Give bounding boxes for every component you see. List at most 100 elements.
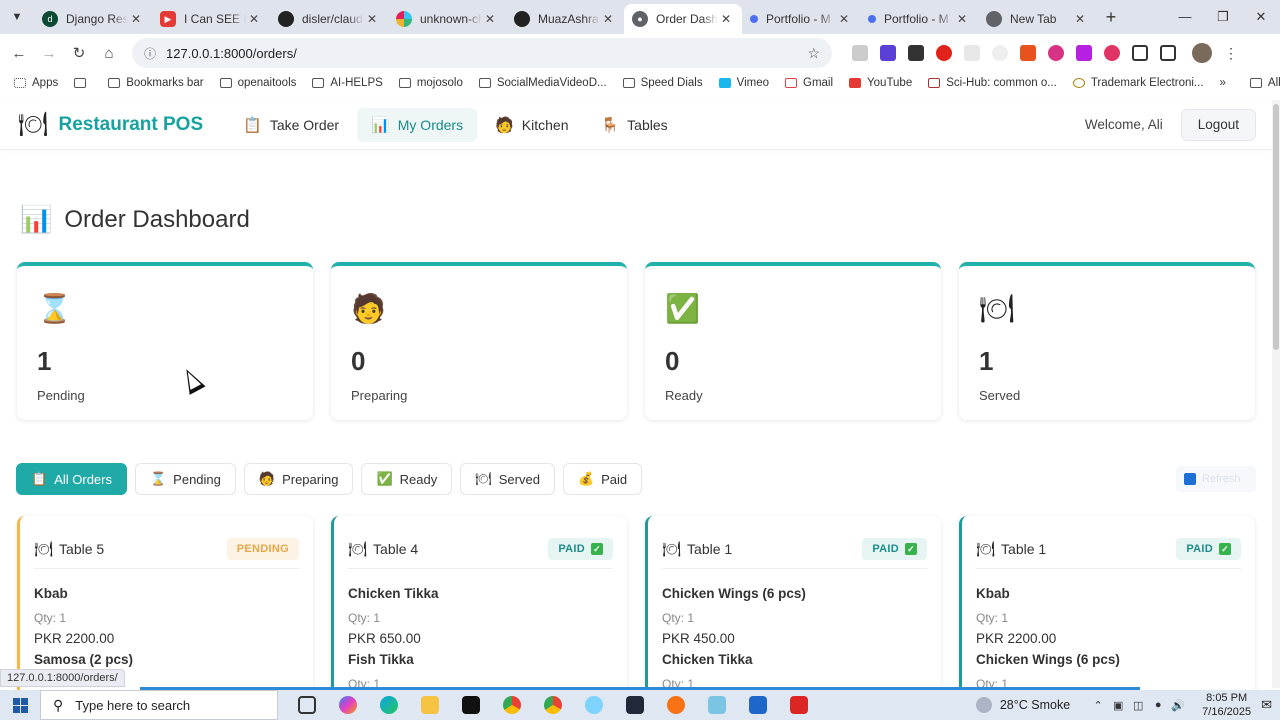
window-icon[interactable]: ▣ bbox=[1108, 699, 1128, 712]
logout-button[interactable]: Logout bbox=[1180, 108, 1256, 141]
epic-games-icon[interactable] bbox=[450, 690, 491, 720]
browser-tab[interactable]: disler/claude ✕ bbox=[270, 4, 388, 34]
app-icon[interactable] bbox=[655, 690, 696, 720]
extension-icon[interactable] bbox=[880, 45, 896, 61]
home-icon[interactable]: ⌂ bbox=[94, 45, 124, 62]
filter-all-orders-button[interactable]: 📋 All Orders bbox=[16, 463, 127, 495]
network-icon[interactable]: ◫ bbox=[1128, 699, 1148, 712]
image-icon[interactable] bbox=[1132, 45, 1148, 61]
filter-paid-button[interactable]: 💰 Paid bbox=[562, 463, 643, 495]
microphone-icon[interactable]: ● bbox=[1148, 699, 1168, 712]
eyedropper-icon[interactable] bbox=[908, 45, 924, 61]
brand[interactable]: 🍽 Restaurant POS bbox=[18, 110, 203, 139]
edge-icon[interactable] bbox=[368, 690, 409, 720]
order-card[interactable]: 🍽 Table 1 PAID ✓ Kbab Qty: 1 PKR 2200.00 … bbox=[959, 516, 1255, 696]
site-info-icon[interactable]: ⓘ bbox=[144, 45, 156, 62]
bookmark-folder[interactable]: openaitools bbox=[219, 77, 296, 89]
close-tab-icon[interactable]: ✕ bbox=[718, 12, 734, 26]
task-view-icon[interactable] bbox=[286, 690, 327, 720]
chrome-icon[interactable] bbox=[532, 690, 573, 720]
bookmark-grid[interactable] bbox=[74, 78, 92, 88]
extension-icon[interactable] bbox=[852, 45, 868, 61]
minimize-icon[interactable]: — bbox=[1166, 9, 1204, 25]
extension-icon[interactable] bbox=[992, 45, 1008, 61]
new-tab-plus-icon[interactable]: + bbox=[1096, 7, 1126, 28]
bookmark-folder[interactable]: SocialMediaVideoD... bbox=[478, 77, 607, 89]
order-card[interactable]: 🍽 Table 1 PAID ✓ Chicken Wings (6 pcs) Qt… bbox=[645, 516, 941, 696]
nav-kitchen[interactable]: 🧑 Kitchen bbox=[481, 108, 582, 142]
nav-take-order[interactable]: 📋 Take Order bbox=[229, 108, 353, 142]
filter-served-button[interactable]: 🍽 Served bbox=[460, 463, 555, 495]
app-icon[interactable] bbox=[778, 690, 819, 720]
cursor-app-icon[interactable] bbox=[614, 690, 655, 720]
filter-pending-button[interactable]: ⌛ Pending bbox=[134, 463, 236, 495]
app-icon[interactable] bbox=[696, 690, 737, 720]
nav-tables[interactable]: 🪑 Tables bbox=[586, 108, 681, 142]
back-arrow-icon[interactable]: ← bbox=[4, 45, 34, 62]
restore-icon[interactable]: ❐ bbox=[1204, 9, 1242, 25]
page-scrollbar[interactable] bbox=[1272, 100, 1280, 688]
forward-arrow-icon[interactable]: → bbox=[34, 45, 64, 62]
tab-search-chevron-icon[interactable]: ▼ bbox=[0, 0, 34, 34]
bookmark-scihub[interactable]: Sci-Hub: common o... bbox=[928, 77, 1057, 89]
taskbar-search-input[interactable]: ⚲ Type here to search bbox=[40, 690, 278, 720]
order-card[interactable]: 🍽 Table 4 PAID ✓ Chicken Tikka Qty: 1 PKR… bbox=[331, 516, 627, 696]
opera-icon[interactable] bbox=[936, 45, 952, 61]
chevron-up-icon[interactable]: ⌃ bbox=[1088, 699, 1108, 712]
windows-start-icon[interactable] bbox=[0, 697, 40, 713]
weather-widget[interactable]: 28°C Smoke bbox=[975, 697, 1070, 713]
browser-tab[interactable]: Portfolio - M ✕ bbox=[742, 4, 860, 34]
profile-avatar[interactable] bbox=[1192, 43, 1212, 63]
browser-tab[interactable]: Portfolio - M ✕ bbox=[860, 4, 978, 34]
notification-icon[interactable]: ✉ bbox=[1261, 697, 1272, 713]
browser-tab[interactable]: unknown-cha ✕ bbox=[388, 4, 506, 34]
file-explorer-icon[interactable] bbox=[409, 690, 450, 720]
filter-ready-button[interactable]: ✅ Ready bbox=[361, 463, 453, 495]
bookmark-folder[interactable]: mojosolo bbox=[398, 77, 463, 89]
close-tab-icon[interactable]: ✕ bbox=[482, 12, 498, 26]
browser-tab-active[interactable]: ● Order Dashb ✕ bbox=[624, 4, 742, 34]
bookmark-star-icon[interactable]: ☆ bbox=[807, 45, 820, 62]
close-tab-icon[interactable]: ✕ bbox=[600, 12, 616, 26]
close-tab-icon[interactable]: ✕ bbox=[836, 12, 852, 26]
bookmarks-overflow-icon[interactable]: » bbox=[1220, 77, 1226, 89]
url-input[interactable]: ⓘ 127.0.0.1:8000/orders/ ☆ bbox=[132, 38, 832, 68]
scrollbar-thumb[interactable] bbox=[1273, 104, 1279, 350]
bookmark-apps[interactable]: Apps bbox=[14, 77, 58, 89]
close-tab-icon[interactable]: ✕ bbox=[954, 12, 970, 26]
refresh-button[interactable]: Refresh bbox=[1176, 466, 1256, 492]
browser-tab[interactable]: New Tab ✕ bbox=[978, 4, 1096, 34]
clock[interactable]: 8:05 PM 7/16/2025 bbox=[1202, 691, 1251, 719]
bookmark-youtube[interactable]: YouTube bbox=[849, 77, 912, 89]
bookmark-folder[interactable]: Bookmarks bar bbox=[108, 77, 204, 89]
vscode-icon[interactable] bbox=[737, 690, 778, 720]
close-tab-icon[interactable]: ✕ bbox=[1072, 12, 1088, 26]
close-tab-icon[interactable]: ✕ bbox=[128, 12, 144, 26]
bookmark-vimeo[interactable]: Vimeo bbox=[718, 77, 769, 89]
extension-icon[interactable] bbox=[1048, 45, 1064, 61]
bookmark-gmail[interactable]: Gmail bbox=[785, 77, 833, 89]
browser-tab[interactable]: MuazAshraf / ✕ bbox=[506, 4, 624, 34]
filter-preparing-button[interactable]: 🧑 Preparing bbox=[243, 463, 354, 495]
volume-icon[interactable]: 🔊 bbox=[1168, 699, 1188, 712]
bookmark-folder[interactable]: AI-HELPS bbox=[312, 77, 383, 89]
reload-icon[interactable]: ↻ bbox=[64, 44, 94, 62]
all-bookmarks[interactable]: All Bookmarks bbox=[1249, 77, 1280, 89]
extension-icon[interactable] bbox=[1020, 45, 1036, 61]
more-menu-icon[interactable]: ⋮ bbox=[1224, 45, 1238, 62]
puzzle-icon[interactable] bbox=[1160, 45, 1176, 61]
copilot-icon[interactable] bbox=[327, 690, 368, 720]
bookmark-trademark[interactable]: Trademark Electroni... bbox=[1072, 77, 1204, 89]
extension-icon[interactable] bbox=[1104, 45, 1120, 61]
close-tab-icon[interactable]: ✕ bbox=[246, 12, 262, 26]
browser-tab[interactable]: ▶ I Can SEE EVE ✕ bbox=[152, 4, 270, 34]
chrome-icon[interactable] bbox=[491, 690, 532, 720]
close-window-icon[interactable]: ✕ bbox=[1242, 9, 1280, 25]
bookmark-folder[interactable]: Speed Dials bbox=[622, 77, 703, 89]
extension-icon[interactable] bbox=[964, 45, 980, 61]
extension-icon[interactable] bbox=[1076, 45, 1092, 61]
browser-tab[interactable]: d Django Resta ✕ bbox=[34, 4, 152, 34]
nav-my-orders[interactable]: 📊 My Orders bbox=[357, 107, 478, 142]
close-tab-icon[interactable]: ✕ bbox=[364, 12, 380, 26]
app-icon[interactable] bbox=[573, 690, 614, 720]
